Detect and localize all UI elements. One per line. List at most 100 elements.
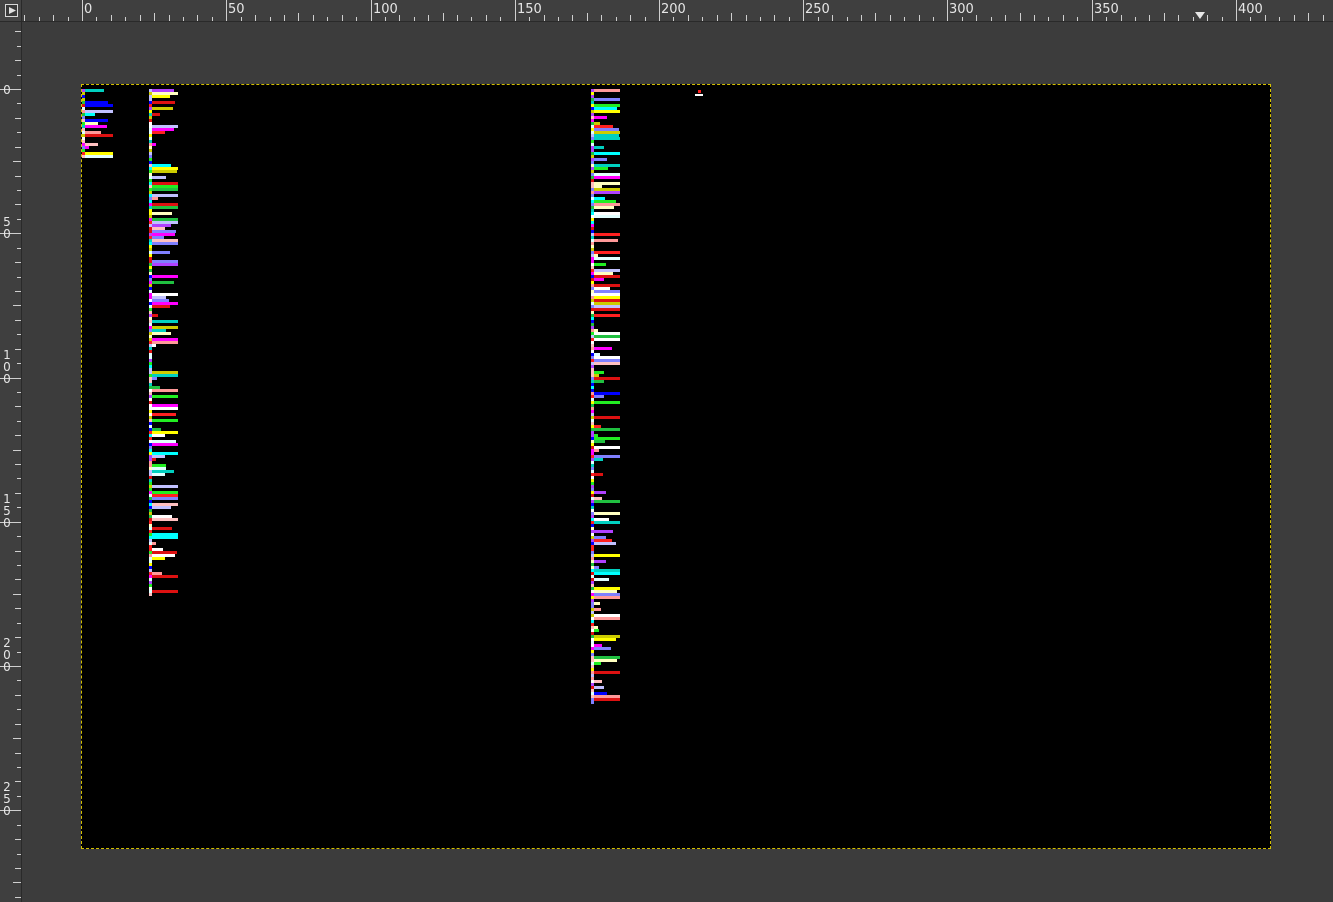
ruler-tick: [919, 15, 920, 21]
ruler-tick: [212, 17, 213, 21]
ruler-tick: [17, 680, 21, 681]
pixel-mark: [594, 542, 616, 545]
ruler-tick: [890, 15, 891, 21]
ruler-tick: [17, 132, 21, 133]
ruler-tick: [13, 161, 21, 162]
ruler-tick: [15, 204, 21, 205]
ruler-tick: [13, 738, 21, 739]
ruler-label: 400: [1238, 2, 1263, 17]
pixel-mark: [594, 278, 604, 281]
ruler-tick: [947, 0, 948, 21]
ruler-tick: [17, 103, 21, 104]
pixel-mark: [594, 449, 599, 452]
pixel-mark: [152, 305, 170, 308]
ruler-label: 200: [661, 2, 686, 17]
ruler-tick: [15, 753, 21, 754]
quick-mask-toggle-button[interactable]: [5, 4, 18, 17]
ruler-tick: [976, 15, 977, 21]
ruler-tick: [1222, 17, 1223, 21]
ruler-tick: [500, 17, 501, 21]
ruler-tick: [17, 421, 21, 422]
pixel-mark: [152, 485, 178, 488]
pixel-mark: [152, 188, 178, 191]
ruler-tick: [1308, 13, 1309, 21]
ruler-tick: [82, 0, 83, 21]
ruler-tick: [241, 17, 242, 21]
ruler-tick: [15, 781, 21, 782]
ruler-tick: [298, 13, 299, 21]
pixel-mark: [152, 281, 174, 284]
pixel-mark: [152, 473, 165, 476]
ruler-tick: [1193, 17, 1194, 21]
ruler-tick: [17, 363, 21, 364]
pixel-mark: [594, 98, 620, 101]
pixel-mark: [152, 206, 178, 209]
pixel-mark: [594, 158, 607, 161]
pixel-mark: [594, 314, 620, 317]
pixel-mark: [152, 395, 178, 398]
ruler-tick: [15, 406, 21, 407]
ruler-tick: [471, 17, 472, 21]
ruler-tick: [1207, 15, 1208, 21]
pixel-mark: [152, 314, 158, 317]
pixel-mark: [695, 94, 703, 96]
ruler-tick: [486, 15, 487, 21]
ruler-tick: [255, 15, 256, 21]
ruler-label: 250: [805, 2, 830, 17]
ruler-tick: [17, 709, 21, 710]
pixel-mark: [594, 215, 620, 218]
pixel-mark: [152, 434, 165, 437]
ruler-tick: [140, 15, 141, 21]
pixel-mark: [152, 575, 178, 578]
pixel-mark: [152, 536, 178, 539]
pixel-mark: [152, 518, 178, 521]
ruler-tick: [1294, 15, 1295, 21]
pixel-mark: [594, 167, 608, 170]
ruler-tick: [17, 767, 21, 768]
pixel-mark: [152, 506, 171, 509]
ruler-tick: [731, 13, 732, 21]
ruler-tick: [226, 0, 227, 21]
pixel-mark: [594, 191, 620, 194]
ruler-tick: [904, 17, 905, 21]
ruler-tick: [515, 0, 516, 21]
horizontal-ruler[interactable]: 0 50 100 150 200 250 300 350 400: [22, 0, 1333, 22]
pixel-mark: [152, 113, 160, 116]
pixel-mark: [594, 560, 606, 563]
ruler-tick: [17, 75, 21, 76]
pixel-mark: [152, 107, 173, 110]
pixel-mark: [594, 257, 620, 260]
ruler-tick: [270, 17, 271, 21]
pixel-mark: [594, 698, 620, 701]
pixel-mark: [152, 557, 165, 560]
ruler-tick: [111, 15, 112, 21]
ruler-tick: [17, 825, 21, 826]
pixel-mark: [594, 554, 620, 557]
ruler-tick: [17, 796, 21, 797]
ruler-label: 150: [517, 2, 542, 17]
ruler-tick: [17, 392, 21, 393]
ruler-tick: [774, 15, 775, 21]
ruler-tick: [688, 15, 689, 21]
ruler-tick: [15, 695, 21, 696]
ruler-tick: [702, 17, 703, 21]
vertical-ruler[interactable]: 0 50 100 150 200 250: [0, 22, 22, 902]
ruler-tick: [1020, 13, 1021, 21]
ruler-tick: [399, 15, 400, 21]
pixel-mark: [594, 686, 604, 689]
image-canvas[interactable]: [81, 84, 1271, 849]
ruler-tick: [15, 176, 21, 177]
ruler-tick: [1178, 15, 1179, 21]
pixel-mark: [152, 251, 170, 254]
ruler-tick: [15, 724, 21, 725]
ruler-tick: [544, 15, 545, 21]
ruler-tick: [17, 219, 21, 220]
ruler-tick: [428, 15, 429, 21]
ruler-tick: [371, 0, 372, 21]
ruler-tick: [15, 493, 21, 494]
ruler-label: 350: [1094, 2, 1119, 17]
ruler-tick: [15, 118, 21, 119]
ruler-tick: [197, 15, 198, 21]
pixel-mark: [594, 629, 599, 632]
pixel-mark: [85, 146, 89, 149]
